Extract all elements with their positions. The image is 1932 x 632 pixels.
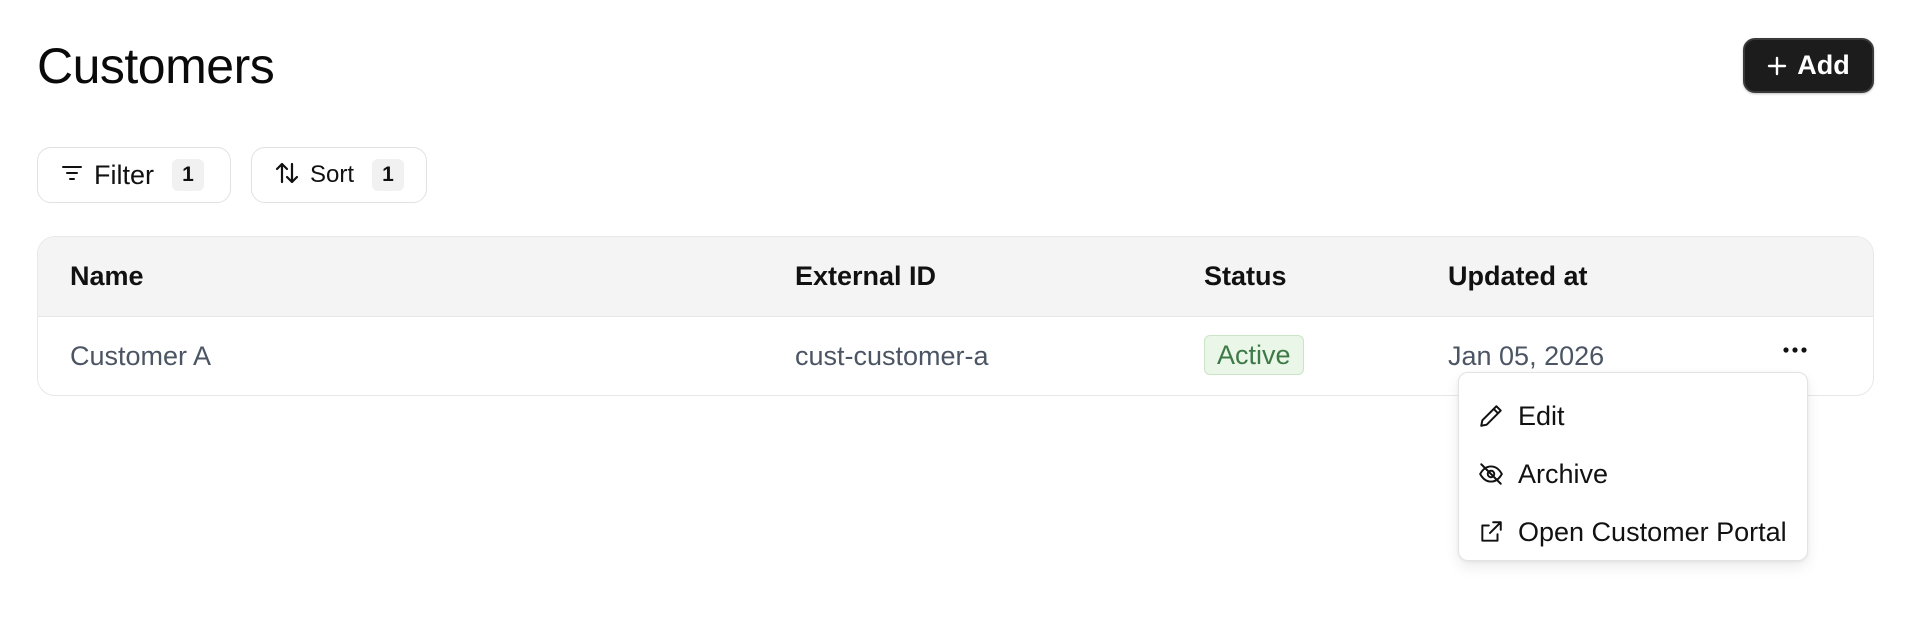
column-header-status[interactable]: Status [1204,237,1287,316]
customers-page: Customers Add Filter 1 Sort 1 Name Exter… [0,0,1932,632]
cell-external-id: cust-customer-a [795,341,989,371]
sort-count-badge: 1 [372,159,405,191]
plus-icon [1767,56,1787,76]
cell-name: Customer A [70,341,212,371]
menu-item-edit[interactable]: Edit [1459,387,1807,445]
menu-item-archive[interactable]: Archive [1459,445,1807,503]
filter-label: Filter [94,159,154,190]
row-actions-button[interactable] [1778,338,1812,362]
filter-icon [60,161,84,190]
column-header-updated-at[interactable]: Updated at [1448,237,1588,316]
status-badge: Active [1204,335,1304,375]
sort-button[interactable]: Sort 1 [251,147,427,203]
table-header: Name External ID Status Updated at [38,237,1873,317]
menu-item-label: Open Customer Portal [1518,516,1787,547]
menu-item-label: Edit [1518,400,1565,431]
eye-off-icon [1478,461,1504,487]
filter-button[interactable]: Filter 1 [37,147,231,203]
add-button-label: Add [1797,50,1850,80]
menu-item-open-customer-portal[interactable]: Open Customer Portal [1459,503,1807,561]
sort-arrows-icon [274,160,300,191]
pencil-icon [1478,403,1504,429]
column-header-name[interactable]: Name [70,237,144,316]
row-actions-menu: Edit Archive Open Customer Portal [1458,372,1808,561]
page-title: Customers [37,38,275,94]
more-horizontal-icon [1782,341,1808,359]
sort-label: Sort [310,161,355,188]
column-header-external-id[interactable]: External ID [795,237,936,316]
filter-count-badge: 1 [172,159,204,191]
add-customer-button[interactable]: Add [1743,38,1874,93]
menu-item-label: Archive [1518,458,1609,489]
external-link-icon [1478,519,1504,545]
